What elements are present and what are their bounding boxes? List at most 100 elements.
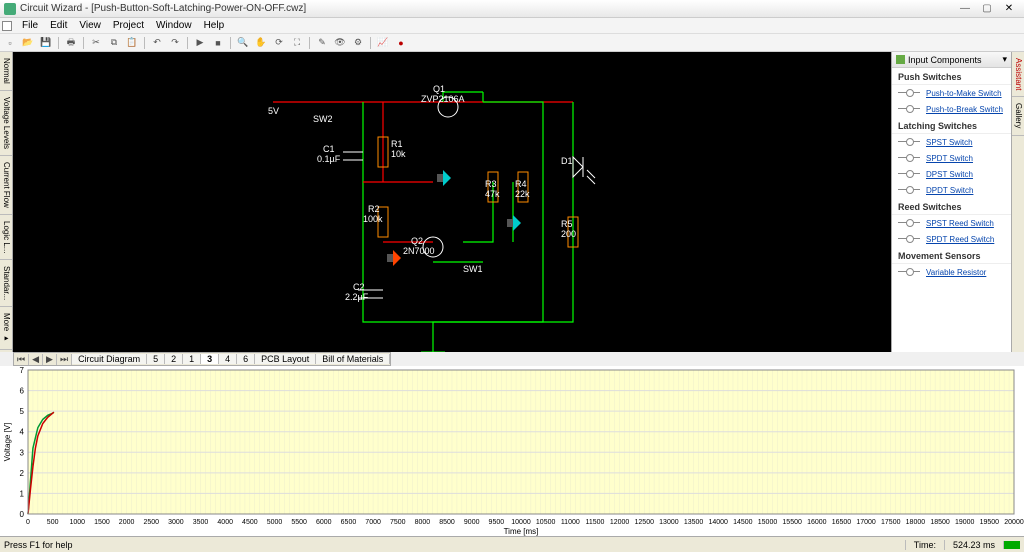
- x-tick: 10000: [511, 519, 531, 526]
- component-link[interactable]: Push-to-Make Switch: [926, 89, 1002, 98]
- tab-6[interactable]: 6: [237, 354, 255, 364]
- r3-val: 47k: [485, 189, 500, 199]
- cut-icon[interactable]: ✂: [88, 36, 104, 50]
- hand-icon[interactable]: ✋: [253, 36, 269, 50]
- status-indicator[interactable]: [1003, 541, 1020, 549]
- tab-1[interactable]: 1: [183, 354, 201, 364]
- copy-icon[interactable]: ⧉: [106, 36, 122, 50]
- menu-help[interactable]: Help: [198, 20, 231, 31]
- vtab-current[interactable]: Current Flow: [0, 156, 12, 215]
- component-link[interactable]: SPDT Switch: [926, 154, 973, 163]
- y-tick: 7: [20, 366, 25, 375]
- component-link[interactable]: Push-to-Break Switch: [926, 105, 1003, 114]
- paste-icon[interactable]: 📋: [124, 36, 140, 50]
- vtab-standard[interactable]: Standar...: [0, 260, 12, 307]
- tab-4[interactable]: 4: [219, 354, 237, 364]
- x-tick: 14000: [708, 519, 728, 526]
- right-vertical-tabs: Assistant Gallery: [1011, 52, 1024, 352]
- x-tick: 17500: [881, 519, 901, 526]
- y-tick: 4: [20, 428, 25, 437]
- eye-icon[interactable]: 👁: [332, 36, 348, 50]
- x-tick: 5000: [267, 519, 283, 526]
- component-spdt-reed-switch[interactable]: SPDT Reed Switch: [892, 231, 1011, 247]
- vtab-logic[interactable]: Logic L...: [0, 215, 12, 260]
- tab-first-icon[interactable]: ⏮: [14, 354, 29, 365]
- tab-5[interactable]: 5: [147, 354, 165, 364]
- vtab-normal[interactable]: Normal: [0, 52, 12, 91]
- graph-panel: 0123456705001000150020002500300035004000…: [0, 366, 1024, 536]
- redo-icon[interactable]: ↷: [167, 36, 183, 50]
- panel-header[interactable]: Input Components ▾: [892, 52, 1011, 68]
- undo-icon[interactable]: ↶: [149, 36, 165, 50]
- vtab-gallery[interactable]: Gallery: [1012, 97, 1024, 135]
- component-link[interactable]: DPST Switch: [926, 170, 973, 179]
- tab-2[interactable]: 2: [165, 354, 183, 364]
- component-link[interactable]: Variable Resistor: [926, 268, 986, 277]
- component-push-to-make-switch[interactable]: Push-to-Make Switch: [892, 85, 1011, 101]
- c1-val: 0.1µF: [317, 154, 341, 164]
- component-link[interactable]: SPDT Reed Switch: [926, 235, 994, 244]
- tab-next-icon[interactable]: ▶: [43, 354, 57, 365]
- component-link[interactable]: DPDT Switch: [926, 186, 973, 195]
- status-time-label: Time:: [905, 540, 944, 550]
- menu-view[interactable]: View: [73, 20, 107, 31]
- component-link[interactable]: SPST Switch: [926, 138, 973, 147]
- supply-label: 5V: [268, 106, 279, 116]
- x-tick: 0: [26, 519, 30, 526]
- tab-pcb-layout[interactable]: PCB Layout: [255, 354, 316, 364]
- x-tick: 19500: [980, 519, 1000, 526]
- save-icon[interactable]: 💾: [38, 36, 54, 50]
- x-tick: 4500: [242, 519, 258, 526]
- menu-file[interactable]: File: [16, 20, 44, 31]
- component-link[interactable]: SPST Reed Switch: [926, 219, 994, 228]
- x-label: Time [ms]: [504, 527, 539, 536]
- schematic-canvas[interactable]: C1 0.1µF R1 10k R2 100k R3 47k R4 22k R5…: [13, 52, 891, 352]
- maximize-button[interactable]: ▢: [976, 2, 998, 16]
- component-spst-reed-switch[interactable]: SPST Reed Switch: [892, 215, 1011, 231]
- dropdown-icon[interactable]: ▾: [1002, 54, 1007, 65]
- tab-bill-of-materials[interactable]: Bill of Materials: [316, 354, 390, 364]
- r5-ref: R5: [561, 219, 573, 229]
- menu-window[interactable]: Window: [150, 20, 198, 31]
- component-push-to-break-switch[interactable]: Push-to-Break Switch: [892, 101, 1011, 117]
- new-icon[interactable]: ▫: [2, 36, 18, 50]
- toolbar: ▫ 📂 💾 🖶 ✂ ⧉ 📋 ↶ ↷ ▶ ■ 🔍 ✋ ⟳ ⛶ ✎ 👁 ⚙ 📈 ●: [0, 34, 1024, 52]
- component-spst-switch[interactable]: SPST Switch: [892, 134, 1011, 150]
- r4-val: 22k: [515, 189, 530, 199]
- fit-icon[interactable]: ⛶: [289, 36, 305, 50]
- category-reed-switches: Reed Switches: [892, 198, 1011, 215]
- tab-prev-icon[interactable]: ◀: [29, 354, 43, 365]
- close-button[interactable]: ✕: [998, 2, 1020, 16]
- x-tick: 8000: [415, 519, 431, 526]
- zoom-icon[interactable]: 🔍: [235, 36, 251, 50]
- component-icon: [898, 168, 920, 180]
- component-variable-resistor[interactable]: Variable Resistor: [892, 264, 1011, 280]
- run-icon[interactable]: ▶: [192, 36, 208, 50]
- settings-icon[interactable]: ⚙: [350, 36, 366, 50]
- menu-project[interactable]: Project: [107, 20, 150, 31]
- component-spdt-switch[interactable]: SPDT Switch: [892, 150, 1011, 166]
- x-tick: 18000: [906, 519, 926, 526]
- menu-edit[interactable]: Edit: [44, 20, 73, 31]
- tab-last-icon[interactable]: ⏭: [57, 354, 72, 365]
- x-tick: 10500: [536, 519, 556, 526]
- tab-circuit-diagram[interactable]: Circuit Diagram: [72, 354, 147, 364]
- open-icon[interactable]: 📂: [20, 36, 36, 50]
- mdi-icon[interactable]: [2, 21, 12, 31]
- vtab-assistant[interactable]: Assistant: [1012, 52, 1024, 97]
- vtab-voltage[interactable]: Voltage Levels: [0, 91, 12, 156]
- probe-icon[interactable]: ✎: [314, 36, 330, 50]
- component-dpst-switch[interactable]: DPST Switch: [892, 166, 1011, 182]
- refresh-icon[interactable]: ⟳: [271, 36, 287, 50]
- vtab-more[interactable]: More ▸: [0, 307, 12, 349]
- print-icon[interactable]: 🖶: [63, 36, 79, 50]
- graph-icon[interactable]: 📈: [375, 36, 391, 50]
- tab-3[interactable]: 3: [201, 354, 219, 364]
- stop-icon[interactable]: ■: [210, 36, 226, 50]
- x-tick: 7500: [390, 519, 406, 526]
- minimize-button[interactable]: —: [954, 2, 976, 16]
- r1-val: 10k: [391, 149, 406, 159]
- record-icon[interactable]: ●: [393, 36, 409, 50]
- component-dpdt-switch[interactable]: DPDT Switch: [892, 182, 1011, 198]
- x-tick: 6000: [316, 519, 332, 526]
